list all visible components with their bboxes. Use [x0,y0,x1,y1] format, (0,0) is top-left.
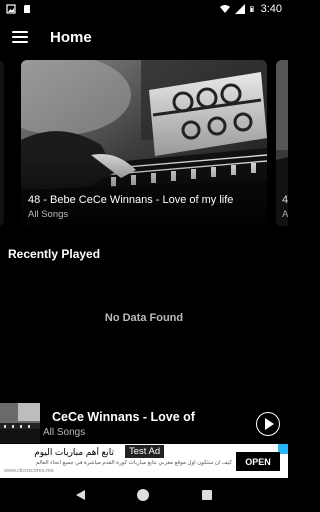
ad-banner[interactable]: تابع أهم مباريات اليوم Test Ad كيف ان ست… [0,444,288,478]
mini-player-artwork [0,403,40,443]
ad-headline: تابع أهم مباريات اليوم [34,447,114,457]
mini-player[interactable]: CeCe Winnans - Love of All Songs [0,403,288,443]
battery-icon [249,6,254,12]
play-icon[interactable] [256,412,280,436]
signal-icon [234,4,245,14]
empty-state-text: No Data Found [104,312,184,324]
recently-played-heading: Recently Played [8,247,101,261]
test-ad-label: Test Ad [125,445,165,458]
sd-card-icon [24,5,30,13]
ad-body-text: كيف ان ستكون اول موقع مغربي نتابع مباريا… [35,460,232,466]
page-title: Home [50,28,92,46]
menu-icon[interactable] [12,31,28,43]
wifi-icon [219,5,230,13]
system-nav-bar [0,478,288,512]
card-subtitle: All Songs [28,209,69,220]
app-bar: Home [0,18,288,56]
ad-url: www.clicnscores.ma [4,468,54,474]
ad-open-button[interactable]: OPEN [236,452,280,471]
featured-carousel: 48 - Bebe CeCe Winnans - Love of my life… [0,60,288,226]
now-playing-title: CeCe Winnans - Love of [52,410,195,424]
next-card-title: 4 [282,194,288,206]
status-left [6,4,32,14]
carousel-card[interactable]: 48 - Bebe CeCe Winnans - Love of my life… [21,60,267,226]
back-icon[interactable] [76,490,86,500]
status-right: 3:40 [219,3,282,15]
image-notification-icon [6,4,16,14]
carousel-card-previous[interactable] [0,60,4,226]
status-time: 3:40 [260,3,282,15]
recents-icon[interactable] [201,490,212,500]
carousel-card-next[interactable]: 4 A [276,60,288,226]
status-bar: 3:40 [0,0,288,18]
next-card-subtitle: A [282,209,288,220]
card-title: 48 - Bebe CeCe Winnans - Love of my life [28,194,234,206]
now-playing-subtitle: All Songs [43,427,86,438]
home-icon[interactable] [137,489,150,501]
